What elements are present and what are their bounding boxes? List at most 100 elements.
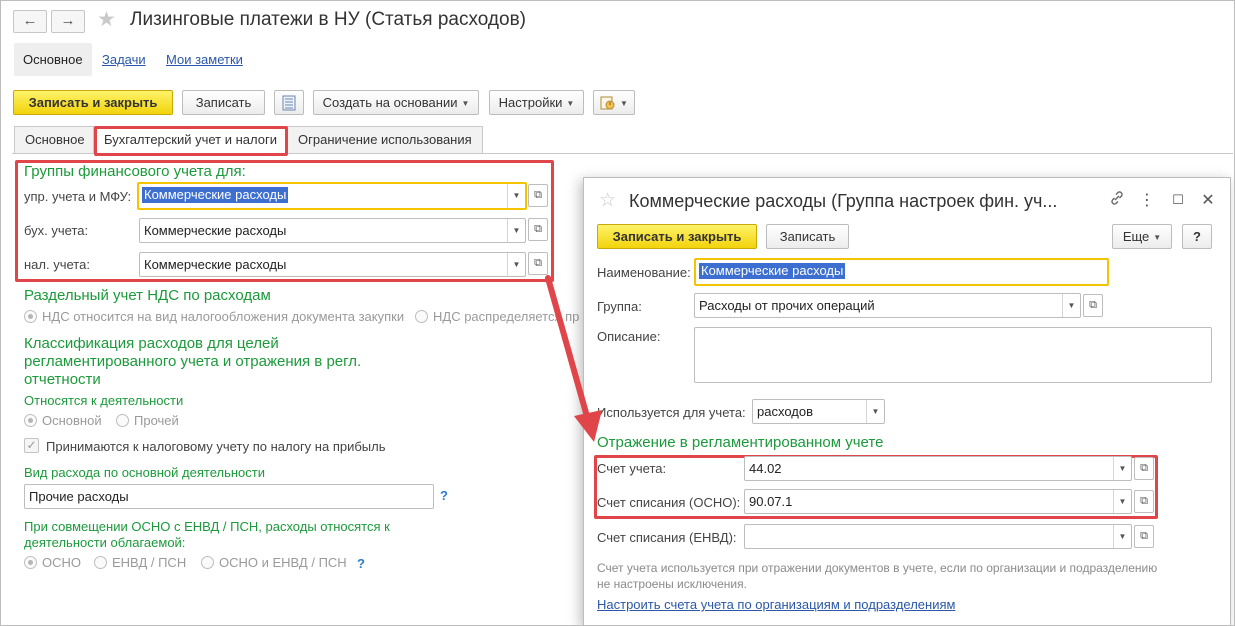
used-for-label: Используется для учета: bbox=[597, 405, 746, 420]
radio-icon bbox=[24, 556, 37, 569]
vat-option-purchase-doc[interactable]: НДС относится на вид налогообложения док… bbox=[24, 309, 404, 324]
chevron-down-icon[interactable]: ▼ bbox=[507, 184, 525, 208]
top-tab-main[interactable]: Основное bbox=[14, 43, 92, 76]
name-field[interactable]: Коммерческие расходы bbox=[694, 258, 1109, 286]
combo-label-1: При совмещении ОСНО с ЕНВД / ПСН, расход… bbox=[24, 519, 390, 534]
chevron-down-icon[interactable]: ▼ bbox=[1062, 294, 1080, 317]
close-icon[interactable]: ✕ bbox=[1198, 190, 1218, 210]
profit-tax-label: Принимаются к налоговому учету по налогу… bbox=[46, 439, 386, 454]
name-value: Коммерческие расходы bbox=[699, 263, 846, 279]
writeoff-osno-label: Счет списания (ОСНО): bbox=[597, 495, 741, 510]
configure-accounts-link[interactable]: Настроить счета учета по организациям и … bbox=[597, 597, 955, 612]
tab-highlight-box bbox=[94, 126, 288, 156]
modal-save-button[interactable]: Записать bbox=[766, 224, 849, 249]
radio-icon bbox=[24, 414, 37, 427]
writeoff-envd-field[interactable]: ▼ bbox=[744, 524, 1132, 549]
account-field[interactable]: 44.02 ▼ bbox=[744, 456, 1132, 481]
arrow-annotation-icon bbox=[545, 275, 602, 442]
writeoff-envd-label: Счет списания (ЕНВД): bbox=[597, 530, 737, 545]
combo-both-label: ОСНО и ЕНВД / ПСН bbox=[219, 555, 347, 570]
save-button[interactable]: Записать bbox=[182, 90, 265, 115]
description-field[interactable] bbox=[694, 327, 1212, 383]
tax-accounting-value: Коммерческие расходы bbox=[144, 257, 287, 272]
group-field[interactable]: Расходы от прочих операций ▼ bbox=[694, 293, 1081, 318]
open-item-icon[interactable]: ⧉ bbox=[1134, 525, 1154, 548]
expense-kind-field[interactable]: Прочие расходы bbox=[24, 484, 434, 509]
more-vertical-icon[interactable]: ⋮ bbox=[1137, 190, 1157, 210]
settings-label: Настройки bbox=[498, 95, 563, 110]
activity-other-radio[interactable]: Прочей bbox=[116, 413, 179, 428]
chevron-down-icon: ▼ bbox=[620, 99, 628, 109]
modal-save-and-close-button[interactable]: Записать и закрыть bbox=[597, 224, 757, 249]
settings-button[interactable]: Настройки ▼ bbox=[489, 90, 584, 115]
chevron-down-icon[interactable]: ▼ bbox=[507, 253, 525, 276]
open-item-icon[interactable]: ⧉ bbox=[528, 218, 548, 241]
top-tab-notes[interactable]: Мои заметки bbox=[157, 43, 252, 76]
fin-groups-heading: Группы финансового учета для: bbox=[24, 163, 246, 180]
link-icon[interactable] bbox=[1107, 190, 1127, 211]
name-label: Наименование: bbox=[597, 265, 691, 280]
writeoff-osno-value: 90.07.1 bbox=[749, 494, 793, 509]
open-item-icon[interactable]: ⧉ bbox=[1134, 490, 1154, 513]
vat-option-purchase-doc-label: НДС относится на вид налогообложения док… bbox=[42, 309, 405, 324]
help-icon[interactable]: ? bbox=[357, 556, 365, 571]
classification-heading-1: Классификация расходов для целей bbox=[24, 335, 279, 352]
modal-title: Коммерческие расходы (Группа настроек фи… bbox=[629, 191, 1058, 211]
tab-usage-restriction[interactable]: Ограничение использования bbox=[287, 126, 483, 153]
tax-accounting-field[interactable]: Коммерческие расходы ▼ bbox=[139, 252, 526, 277]
combo-both-radio[interactable]: ОСНО и ЕНВД / ПСН bbox=[201, 555, 347, 570]
account-note-line-1: Счет учета используется при отражении до… bbox=[597, 561, 1158, 575]
mgmt-accounting-value: Коммерческие расходы bbox=[142, 187, 289, 203]
report-menu-button[interactable]: ▼ bbox=[593, 90, 635, 115]
create-based-on-button[interactable]: Создать на основании ▼ bbox=[313, 90, 479, 115]
combo-osno-radio[interactable]: ОСНО bbox=[24, 555, 81, 570]
modal-help-button[interactable]: ? bbox=[1182, 224, 1212, 249]
account-note-line-2: не настроены исключения. bbox=[597, 577, 747, 591]
more-label: Еще bbox=[1122, 229, 1150, 244]
save-and-close-button[interactable]: Записать и закрыть bbox=[13, 90, 173, 115]
favorite-star-icon[interactable]: ☆ bbox=[599, 190, 616, 212]
forward-button[interactable]: → bbox=[51, 10, 85, 33]
radio-icon bbox=[116, 414, 129, 427]
combo-label-2: деятельности облагаемой: bbox=[24, 535, 186, 550]
accounting-label: бух. учета: bbox=[24, 223, 89, 238]
chevron-down-icon[interactable]: ▼ bbox=[866, 400, 884, 423]
radio-icon bbox=[415, 310, 428, 323]
account-value: 44.02 bbox=[749, 461, 782, 476]
combo-envd-radio[interactable]: ЕНВД / ПСН bbox=[94, 555, 186, 570]
maximize-icon[interactable]: ☐ bbox=[1168, 192, 1188, 208]
chevron-down-icon[interactable]: ▼ bbox=[507, 219, 525, 242]
profit-tax-checkbox[interactable]: ✓ bbox=[24, 438, 39, 453]
accounting-field[interactable]: Коммерческие расходы ▼ bbox=[139, 218, 526, 243]
top-tab-tasks[interactable]: Задачи bbox=[93, 43, 155, 76]
modal-more-button[interactable]: Еще ▼ bbox=[1112, 224, 1172, 249]
page-title: Лизинговые платежи в НУ (Статья расходов… bbox=[130, 9, 526, 30]
activity-other-label: Прочей bbox=[134, 413, 179, 428]
activity-main-radio[interactable]: Основной bbox=[24, 413, 102, 428]
used-for-field[interactable]: расходов ▼ bbox=[752, 399, 885, 424]
tab-main[interactable]: Основное bbox=[14, 126, 96, 153]
chevron-down-icon[interactable]: ▼ bbox=[1113, 490, 1131, 513]
used-for-value: расходов bbox=[757, 404, 813, 419]
open-item-icon[interactable]: ⧉ bbox=[1134, 457, 1154, 480]
chevron-down-icon: ▼ bbox=[1153, 233, 1162, 243]
mgmt-accounting-label: упр. учета и МФУ: bbox=[24, 189, 132, 204]
activity-label: Относятся к деятельности bbox=[24, 393, 184, 408]
help-icon[interactable]: ? bbox=[440, 488, 448, 503]
vat-heading: Раздельный учет НДС по расходам bbox=[24, 287, 271, 304]
activity-main-label: Основной bbox=[42, 413, 102, 428]
writeoff-osno-field[interactable]: 90.07.1 ▼ bbox=[744, 489, 1132, 514]
accounting-value: Коммерческие расходы bbox=[144, 223, 287, 238]
back-button[interactable]: ← bbox=[13, 10, 47, 33]
expense-kind-label: Вид расхода по основной деятельности bbox=[24, 465, 265, 480]
favorite-star-icon[interactable]: ★ bbox=[97, 9, 116, 31]
open-item-icon[interactable]: ⧉ bbox=[1083, 294, 1103, 317]
open-item-icon[interactable]: ⧉ bbox=[528, 184, 548, 207]
mgmt-accounting-field[interactable]: Коммерческие расходы ▼ bbox=[137, 182, 527, 210]
combo-osno-label: ОСНО bbox=[42, 555, 81, 570]
document-list-icon[interactable] bbox=[274, 90, 304, 115]
chevron-down-icon[interactable]: ▼ bbox=[1113, 457, 1131, 480]
create-based-on-label: Создать на основании bbox=[322, 95, 458, 110]
radio-icon bbox=[24, 310, 37, 323]
chevron-down-icon[interactable]: ▼ bbox=[1113, 525, 1131, 548]
